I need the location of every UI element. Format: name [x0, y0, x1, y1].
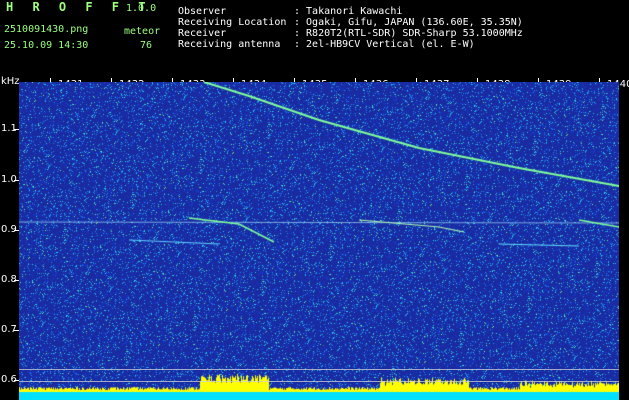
y-axis-unit: kHz [1, 76, 20, 87]
date-time: 25.10.09 14:30 [4, 40, 89, 51]
reference-line-lower [19, 381, 619, 382]
header-panel: H R O F F T 1.0.0 2510091430.png meteor … [0, 0, 629, 76]
reference-line-upper [19, 369, 619, 370]
meteor-count: 76 [140, 40, 153, 51]
meteor-label: meteor [124, 26, 161, 37]
spectrogram-canvas [19, 82, 619, 400]
file-name: 2510091430.png [4, 24, 89, 35]
info-value-antenna: : 2el-HB9CV Vertical (el. E-W) [294, 39, 475, 50]
app-version: 1.0.0 [126, 3, 157, 14]
info-label-antenna: Receiving antenna [178, 39, 281, 50]
